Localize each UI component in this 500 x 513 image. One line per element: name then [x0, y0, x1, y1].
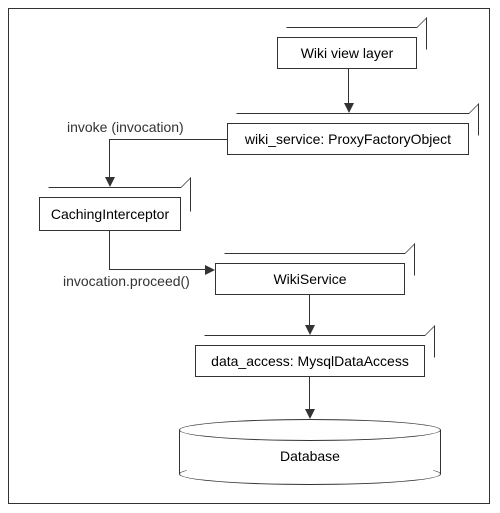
- arrowhead-icon: [105, 177, 115, 187]
- node-label: Database: [280, 448, 340, 464]
- node-label: Wiki view layer: [301, 45, 394, 61]
- node-label: wiki_service: ProxyFactoryObject: [245, 131, 451, 147]
- node-proxy-factory: wiki_service: ProxyFactoryObject: [227, 123, 469, 155]
- arrowhead-icon: [305, 409, 315, 419]
- diagram-canvas: Wiki view layer wiki_service: ProxyFacto…: [0, 0, 500, 513]
- edge-label-proceed: invocation.proceed(): [63, 273, 190, 289]
- node-wiki-view-layer: Wiki view layer: [277, 37, 417, 69]
- edge-interceptor-to-service-v: [109, 231, 110, 269]
- edge-proxy-to-interceptor-h: [109, 139, 227, 140]
- edge-interceptor-to-service-h: [109, 269, 205, 270]
- node-caching-interceptor: CachingInterceptor: [39, 197, 181, 231]
- edge-dao-to-db: [309, 377, 310, 409]
- node-label: data_access: MysqlDataAccess: [211, 353, 409, 369]
- edge-proxy-to-interceptor-v: [109, 139, 110, 177]
- node-database: Database: [179, 419, 441, 485]
- node-wiki-service: WikiService: [215, 263, 405, 295]
- arrowhead-icon: [344, 103, 354, 113]
- arrowhead-icon: [205, 265, 215, 275]
- node-data-access: data_access: MysqlDataAccess: [195, 345, 425, 377]
- edge-label-invoke: invoke (invocation): [67, 119, 184, 135]
- node-label: WikiService: [273, 271, 346, 287]
- diagram-frame: Wiki view layer wiki_service: ProxyFacto…: [8, 8, 490, 504]
- edge-service-to-dao: [309, 295, 310, 325]
- node-label: CachingInterceptor: [51, 206, 169, 222]
- arrowhead-icon: [305, 325, 315, 335]
- edge-view-to-proxy: [348, 69, 349, 103]
